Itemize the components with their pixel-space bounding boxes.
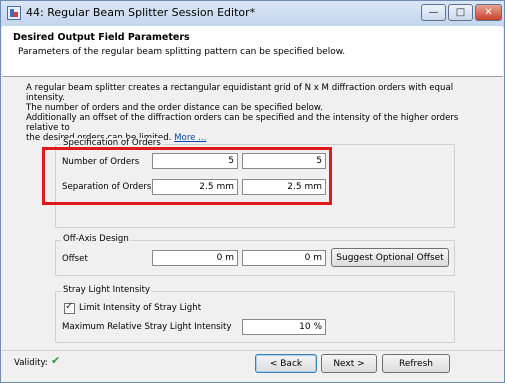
offset-label: Offset [62,254,88,264]
next-button[interactable]: Next > [321,354,377,373]
validity-label: Validity: [14,358,48,368]
title-bar: 44: Regular Beam Splitter Session Editor… [1,1,504,27]
max-straylight-field[interactable]: 10 % [242,319,326,335]
page-subtitle: Parameters of the regular beam splitting… [18,47,346,57]
maximize-button[interactable]: □ [448,4,473,21]
straylight-group [55,291,455,343]
intro-line-3: Additionally an offset of the diffractio… [26,113,459,133]
limit-straylight-label: Limit Intensity of Stray Light [79,303,202,313]
editor-window: 44: Regular Beam Splitter Session Editor… [0,0,505,383]
intro-line-1: A regular beam splitter creates a rectan… [26,83,454,103]
footer-divider [2,350,503,351]
validity-check-icon: ✔ [51,354,61,367]
check-icon: ✓ [65,301,74,312]
minimize-button[interactable]: — [421,4,446,21]
app-icon [7,6,21,20]
highlight-box [42,147,332,205]
close-button[interactable]: ✕ [475,4,502,21]
window-title: 44: Regular Beam Splitter Session Editor… [26,6,256,19]
suggest-offset-button[interactable]: Suggest Optional Offset [331,248,449,267]
intro-text: A regular beam splitter creates a rectan… [26,83,491,143]
offset-x-field[interactable]: 0 m [152,250,238,266]
back-button[interactable]: < Back [255,354,317,373]
offaxis-group-title: Off-Axis Design [61,234,131,244]
more-link[interactable]: More ... [174,133,206,143]
offset-y-field[interactable]: 0 m [242,250,326,266]
limit-straylight-checkbox[interactable]: ✓ [64,301,75,314]
straylight-group-title: Stray Light Intensity [61,285,153,295]
page-title: Desired Output Field Parameters [13,32,190,43]
refresh-button[interactable]: Refresh [382,354,450,373]
intro-line-2: The number of orders and the order dista… [26,103,323,113]
page-header: Desired Output Field Parameters Paramete… [2,26,503,77]
max-straylight-label: Maximum Relative Stray Light Intensity [62,322,232,332]
